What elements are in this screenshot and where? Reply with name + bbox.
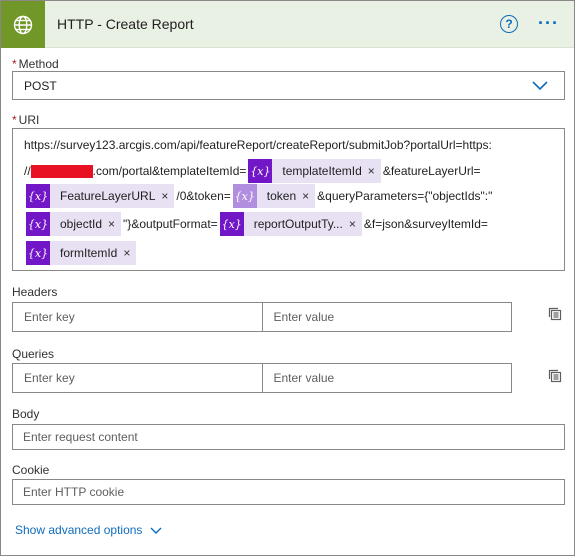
uri-text: https://survey123.arcgis.com/api/feature… xyxy=(24,138,492,152)
uri-text: &f=json&surveyItemId= xyxy=(363,217,488,231)
body-input[interactable]: Enter request content xyxy=(12,424,565,450)
queries-row: Enter key Enter value xyxy=(12,363,512,393)
dynamic-token-objectid[interactable]: {x} objectId × xyxy=(26,212,122,236)
uri-label-text: URI xyxy=(18,113,40,127)
remove-token-icon[interactable]: × xyxy=(368,164,381,178)
uri-text: // xyxy=(24,164,31,178)
remove-token-icon[interactable]: × xyxy=(349,217,362,231)
expression-icon: {x} xyxy=(219,212,244,236)
token-label: objectId xyxy=(60,217,103,231)
globe-icon xyxy=(1,1,45,48)
uri-text: "}&outputFormat= xyxy=(123,217,218,231)
header-value-input[interactable]: Enter value xyxy=(261,303,512,331)
uri-text: .com/portal&templateItemId= xyxy=(92,164,247,178)
uri-line-5: {x} formItemId × xyxy=(24,241,138,265)
switch-to-text-mode-icon[interactable] xyxy=(547,368,563,384)
switch-to-text-mode-icon[interactable] xyxy=(547,306,563,322)
expression-icon: {x} xyxy=(232,184,257,208)
query-key-input[interactable]: Enter key xyxy=(13,364,262,392)
required-mark: * xyxy=(12,57,17,71)
dynamic-token-token[interactable]: {x} token × xyxy=(232,184,316,208)
token-label: token xyxy=(266,189,297,203)
dynamic-token-reportoutputtype[interactable]: {x} reportOutputTy... × xyxy=(219,212,362,236)
token-label: FeatureLayerURL xyxy=(60,189,156,203)
card-header[interactable]: HTTP - Create Report ? ··· xyxy=(1,1,574,48)
advanced-options-label: Show advanced options xyxy=(15,523,143,537)
uri-text: /0&token= xyxy=(176,189,231,203)
show-advanced-options-link[interactable]: Show advanced options xyxy=(15,523,162,537)
queries-label: Queries xyxy=(12,347,55,361)
headers-label: Headers xyxy=(12,285,58,299)
uri-input[interactable]: https://survey123.arcgis.com/api/feature… xyxy=(12,128,565,271)
header-key-input[interactable]: Enter key xyxy=(13,303,262,331)
headers-row: Enter key Enter value xyxy=(12,302,512,332)
token-label: templateItemId xyxy=(282,164,362,178)
expression-icon: {x} xyxy=(26,184,50,208)
query-value-input[interactable]: Enter value xyxy=(261,364,512,392)
method-label: * Method xyxy=(12,57,59,71)
expression-icon: {x} xyxy=(26,241,50,265)
dynamic-token-featurelayerurl[interactable]: {x} FeatureLayerURL × xyxy=(26,184,175,208)
uri-line-4: {x} objectId × "}&outputFormat= {x} repo… xyxy=(24,212,488,236)
cookie-label: Cookie xyxy=(12,463,50,477)
more-options-icon[interactable]: ··· xyxy=(538,13,559,34)
uri-label: * URI xyxy=(12,113,39,127)
remove-token-icon[interactable]: × xyxy=(161,189,174,203)
help-circle-icon[interactable]: ? xyxy=(500,15,518,33)
remove-token-icon[interactable]: × xyxy=(108,217,121,231)
method-dropdown[interactable]: POST xyxy=(12,71,565,100)
required-mark: * xyxy=(12,113,17,127)
remove-token-icon[interactable]: × xyxy=(123,246,136,260)
chevron-down-icon xyxy=(150,527,162,534)
method-label-text: Method xyxy=(18,57,59,71)
dynamic-token-templateitemid[interactable]: {x} templateItemId × xyxy=(248,159,381,183)
redacted-block xyxy=(30,164,93,178)
cookie-input[interactable]: Enter HTTP cookie xyxy=(12,479,565,505)
method-value: POST xyxy=(24,79,57,93)
token-label: formItemId xyxy=(60,246,118,260)
uri-text: &queryParameters={"objectIds":" xyxy=(317,189,493,203)
expression-icon: {x} xyxy=(248,159,273,183)
uri-line-2: // .com/portal&templateItemId= {x} templ… xyxy=(24,159,481,183)
remove-token-icon[interactable]: × xyxy=(302,189,315,203)
body-label: Body xyxy=(12,407,40,421)
uri-line-3: {x} FeatureLayerURL × /0&token= {x} toke… xyxy=(24,184,493,208)
dynamic-token-formitemid[interactable]: {x} formItemId × xyxy=(26,241,137,265)
chevron-down-icon xyxy=(532,81,548,91)
token-label: reportOutputTy... xyxy=(253,217,343,231)
expression-icon: {x} xyxy=(26,212,50,236)
action-title[interactable]: HTTP - Create Report xyxy=(57,16,194,32)
uri-text: &featureLayerUrl= xyxy=(382,164,481,178)
uri-line-1: https://survey123.arcgis.com/api/feature… xyxy=(24,134,492,156)
http-action-card: HTTP - Create Report ? ··· * Method POST … xyxy=(0,0,575,556)
